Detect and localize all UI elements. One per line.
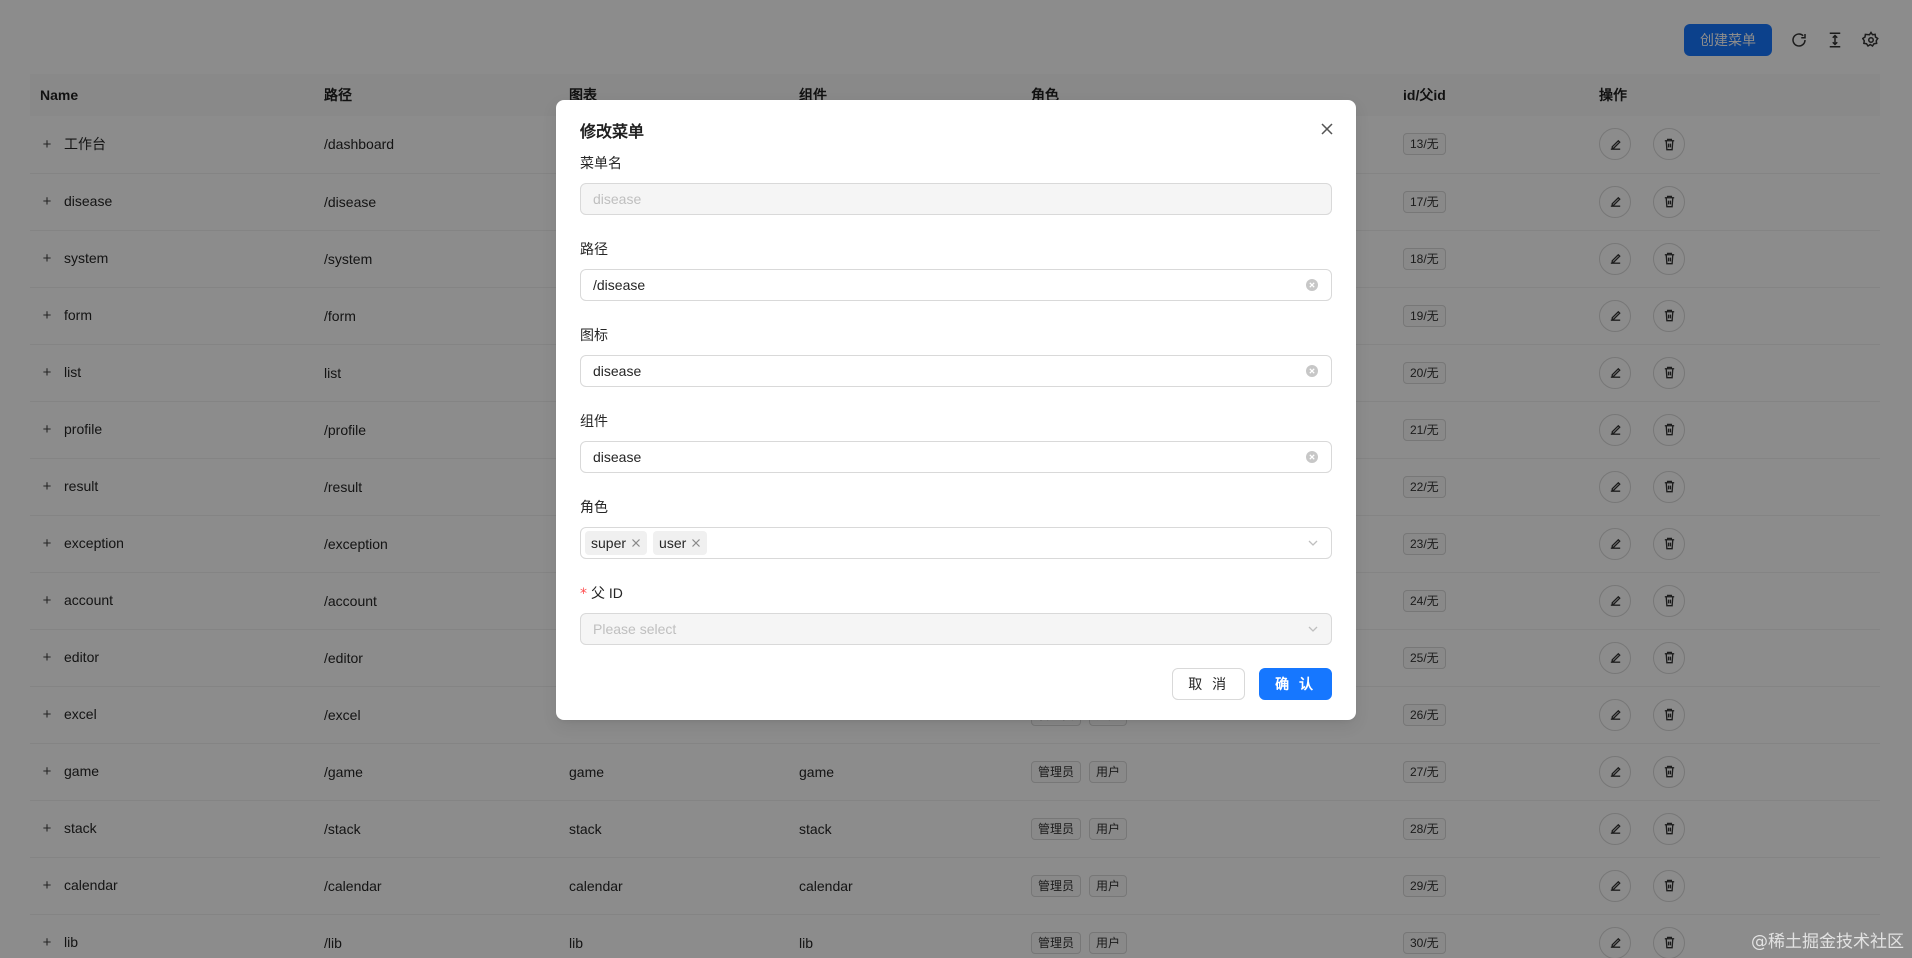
cancel-button[interactable]: 取 消 bbox=[1172, 668, 1246, 700]
component-label: 组件 bbox=[580, 413, 608, 429]
roles-field: 角色 super user bbox=[580, 496, 1332, 559]
role-tag-user: user bbox=[653, 531, 708, 555]
close-icon[interactable] bbox=[1316, 118, 1338, 140]
component-field: 组件 disease bbox=[580, 410, 1332, 473]
modal-footer: 取 消 确 认 bbox=[1172, 668, 1332, 700]
parent-id-field: * 父 ID Please select bbox=[580, 582, 1332, 645]
icon-label: 图标 bbox=[580, 327, 608, 343]
role-tag-label: user bbox=[659, 535, 687, 551]
path-input[interactable]: /disease bbox=[580, 269, 1332, 301]
path-label: 路径 bbox=[580, 241, 608, 257]
clear-icon[interactable] bbox=[1305, 278, 1319, 292]
chevron-down-icon[interactable] bbox=[1307, 537, 1319, 549]
clear-icon[interactable] bbox=[1305, 450, 1319, 464]
role-tag-label: super bbox=[591, 535, 627, 551]
roles-label: 角色 bbox=[580, 499, 608, 515]
parent-id-select[interactable]: Please select bbox=[580, 613, 1332, 645]
menu-name-input: disease bbox=[580, 183, 1332, 215]
menu-name-placeholder: disease bbox=[593, 191, 642, 207]
icon-field: 图标 disease bbox=[580, 324, 1332, 387]
watermark: @稀土掘金技术社区 bbox=[1751, 932, 1904, 952]
path-field: 路径 /disease bbox=[580, 238, 1332, 301]
parent-id-label: * 父 ID bbox=[580, 582, 1332, 604]
component-value: disease bbox=[593, 449, 642, 465]
edit-menu-modal: 修改菜单 菜单名 disease 路径 /disease 图标 disease … bbox=[556, 100, 1356, 720]
roles-select[interactable]: super user bbox=[580, 527, 1332, 559]
modal-title: 修改菜单 bbox=[580, 124, 645, 141]
roles-tags: super user bbox=[585, 531, 1307, 555]
clear-icon[interactable] bbox=[1305, 364, 1319, 378]
menu-name-field: 菜单名 disease bbox=[580, 152, 1332, 215]
tag-close-icon[interactable] bbox=[631, 538, 641, 548]
icon-input[interactable]: disease bbox=[580, 355, 1332, 387]
confirm-button[interactable]: 确 认 bbox=[1259, 668, 1332, 700]
menu-name-label: 菜单名 bbox=[580, 155, 622, 171]
icon-value: disease bbox=[593, 363, 642, 379]
chevron-down-icon[interactable] bbox=[1307, 623, 1319, 635]
parent-id-placeholder: Please select bbox=[593, 621, 677, 637]
component-input[interactable]: disease bbox=[580, 441, 1332, 473]
role-tag-super: super bbox=[585, 531, 648, 555]
parent-id-label-text: 父 ID bbox=[591, 585, 623, 601]
tag-close-icon[interactable] bbox=[691, 538, 701, 548]
path-value: /disease bbox=[593, 277, 646, 293]
required-mark: * bbox=[580, 586, 587, 602]
